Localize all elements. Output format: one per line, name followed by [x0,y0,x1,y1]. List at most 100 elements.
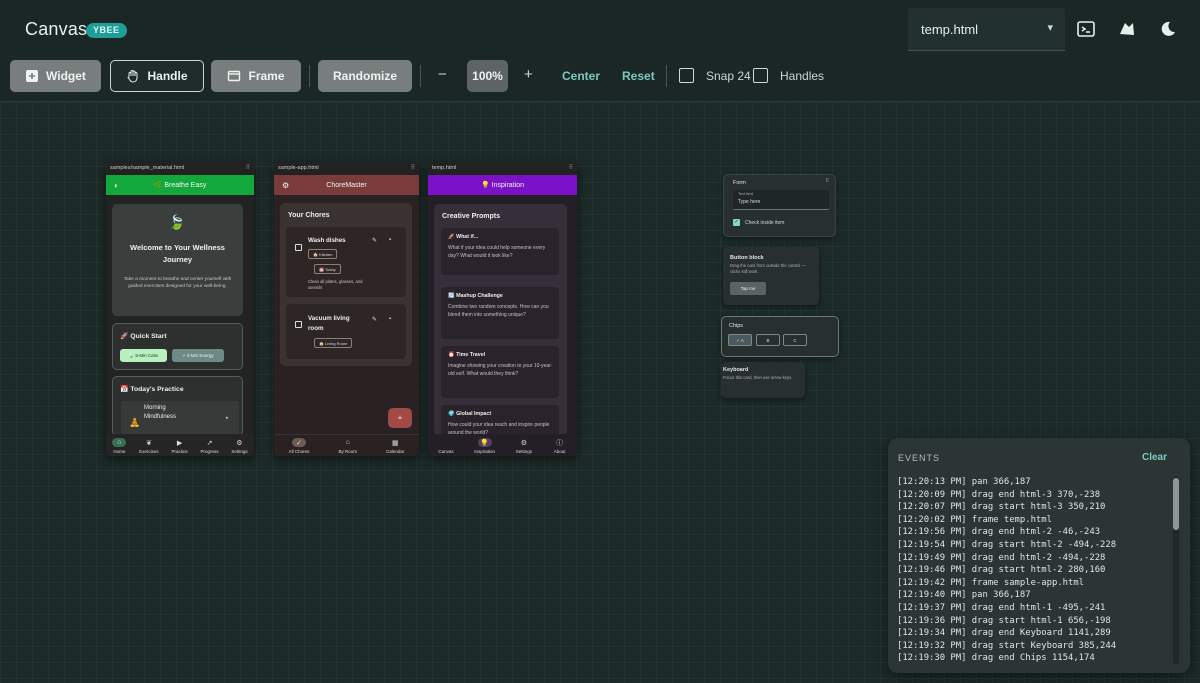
app-title: Canvas [25,19,88,39]
event-line: [12:19:42 PM] frame sample-app.html [897,577,1085,588]
tap-me-button[interactable]: Tap me [730,282,766,295]
chore-item[interactable]: Wash dishes ✎ ▪ 🏠 Kitchen 📅 Today Clean … [286,227,406,297]
app-header: Canvas YBEE temp.html ▾ [0,0,1200,58]
nav-calendar[interactable]: ▦ Calendar [386,438,404,455]
delete-icon[interactable]: ▪ [389,237,391,243]
wellness-nav: ⌂ Home ❦ Exercises ▶ Practice ↗ Progress ⚙ Se… [106,434,254,456]
practice-item[interactable]: 🧘 Morning Mindfulness ▸ [121,401,239,435]
chore-item[interactable]: Vacuum living room ✎ ▪ 🏠 Living Room [286,304,406,359]
chip-b[interactable]: B [756,334,780,346]
prompt-card[interactable]: ⏰ Time Travel Imagine showing your creati… [441,346,559,398]
app-badge: YBEE [86,23,127,38]
toolbar-divider [420,65,421,87]
nav-practice[interactable]: ▶ Practice [171,438,188,455]
nav-settings[interactable]: ⚙ Settings [231,438,247,455]
calendar-icon: ▦ [391,439,399,447]
button-block-title: Button block [730,255,764,261]
nav-about[interactable]: ⓘ About [553,438,567,455]
keyboard-desc: Focus this card, then use arrow keys. [723,375,793,380]
toolbar: Widget Handle Frame Randomize − 100% + C… [0,58,1200,102]
event-line: [12:20:02 PM] frame temp.html [897,514,1052,525]
wellness-appbar-title: 🌿 Breathe Easy [153,182,207,189]
text-field[interactable]: Text field Type here [733,190,829,210]
events-panel: EVENTS Clear [12:20:13 PM] pan 366,187 [1… [888,438,1190,673]
frame-filename[interactable]: temp.html ⠿ [428,162,577,175]
check-inside-checkbox[interactable]: ✓ [733,219,740,226]
clear-events-button[interactable]: Clear [1142,452,1167,463]
terminal-icon[interactable] [1076,19,1096,39]
file-select[interactable]: temp.html ▾ [908,8,1065,51]
reset-button[interactable]: Reset [622,69,655,83]
play-icon: ▸ [226,415,229,421]
zoom-level[interactable]: 100% [467,60,508,92]
meditation-icon: 🧘 [129,417,141,427]
canvas-area[interactable]: samples/sample_material.html ⠿ ◐ 🌿 Breat… [0,102,1200,683]
prompt-body: Combine two random concepts. How can you… [448,304,549,318]
zoom-in-button[interactable]: + [524,66,533,83]
drag-handle-icon[interactable]: ⠿ [246,162,250,175]
nav-label: Canvas [438,449,454,454]
chips-title: Chips [729,323,744,329]
prompt-body: What if your idea could help someone eve… [448,245,546,259]
date-chip: 📅 Today [314,264,341,274]
nav-label: Practice [171,449,188,454]
chore-checkbox[interactable] [295,321,302,328]
frame-wellness[interactable]: samples/sample_material.html ⠿ ◐ 🌿 Breat… [106,162,254,456]
moon-icon[interactable] [1158,19,1178,39]
event-line: [12:19:32 PM] drag start Keyboard 385,24… [897,640,1117,651]
add-chore-fab[interactable]: + [388,408,412,428]
add-widget-button[interactable]: Widget [10,60,101,92]
gear-icon: ⚙ [236,439,243,447]
nav-label: All Chores [288,449,310,454]
nav-inspiration[interactable]: 💡 Inspiration [474,438,495,454]
gear-icon[interactable]: ⚙ [282,181,289,190]
nav-progress[interactable]: ↗ Progress [201,438,219,455]
randomize-button[interactable]: Randomize [318,60,412,92]
keyboard-widget[interactable]: Keyboard Focus this card, then use arrow… [721,362,805,398]
practice-item-title: Morning Mindfulness [144,405,177,420]
frame-filename[interactable]: samples/sample_material.html ⠿ [106,162,254,175]
drag-handle-icon[interactable]: ⠿ [825,178,829,184]
chips-widget[interactable]: Chips ✓ A B C [721,316,839,357]
scrollbar-thumb[interactable] [1173,478,1179,530]
drag-handle-icon[interactable]: ⠿ [569,162,573,175]
prompt-card[interactable]: 🔄 Mashup Challenge Combine two random con… [441,287,559,339]
edit-icon[interactable]: ✎ [372,237,377,244]
chip-c[interactable]: C [783,334,807,346]
nav-exercises[interactable]: ❦ Exercises [139,438,159,455]
zoom-value: 100% [472,69,503,83]
lotus-icon: ❦ [145,439,152,447]
nav-settings[interactable]: ⚙ Settings [516,438,532,455]
center-button[interactable]: Center [562,69,600,83]
events-log[interactable]: [12:20:13 PM] pan 366,187 [12:20:09 PM] d… [897,476,1167,666]
handle-button[interactable]: Handle [110,60,204,92]
prompt-card[interactable]: 🚀 What if... What if your idea could help… [441,228,559,275]
shapes-icon[interactable] [1117,19,1137,39]
edit-icon[interactable]: ✎ [372,316,377,323]
form-widget[interactable]: Form ⠿ Text field Type here ✓ Check insi… [723,174,836,237]
button-block-widget[interactable]: Button block Drag the card from outside … [723,247,819,305]
frame-button[interactable]: Frame [211,60,301,92]
frame-filename[interactable]: sample-app.html ⠿ [274,162,419,175]
nav-home[interactable]: ⌂ Home [112,438,127,454]
delete-icon[interactable]: ▪ [389,316,391,322]
calm-chip[interactable]: 🍃 5-Min Calm [120,349,167,362]
frame-inspiration[interactable]: temp.html ⠿ 💡 Inspiration Creative Promp… [428,162,577,456]
frame-chores[interactable]: sample-app.html ⠿ ⚙ ChoreMaster Your Cho… [274,162,419,456]
snap-checkbox[interactable] [679,68,694,83]
events-scrollbar[interactable] [1173,476,1179,664]
handles-label: Handles [780,69,825,83]
nav-by-room[interactable]: ⌂ By Room [338,438,357,454]
nav-canvas[interactable]: Canvas [438,438,453,454]
moon-icon[interactable]: ◐ [114,181,119,190]
chip-a[interactable]: ✓ A [728,334,752,346]
nav-all-chores[interactable]: ✓ All Chores [288,438,310,454]
welcome-body: Take a moment to breathe and center your… [123,277,232,289]
chore-checkbox[interactable] [295,244,302,251]
drag-handle-icon[interactable]: ⠿ [411,162,415,175]
prompt-body: Imagine showing your creation to your 10… [448,363,553,377]
lightbulb-icon: 💡 [477,438,492,447]
handles-checkbox[interactable] [753,68,768,83]
energy-chip[interactable]: ⚡ 3-Min Energy [172,349,224,362]
zoom-out-button[interactable]: − [438,66,447,83]
